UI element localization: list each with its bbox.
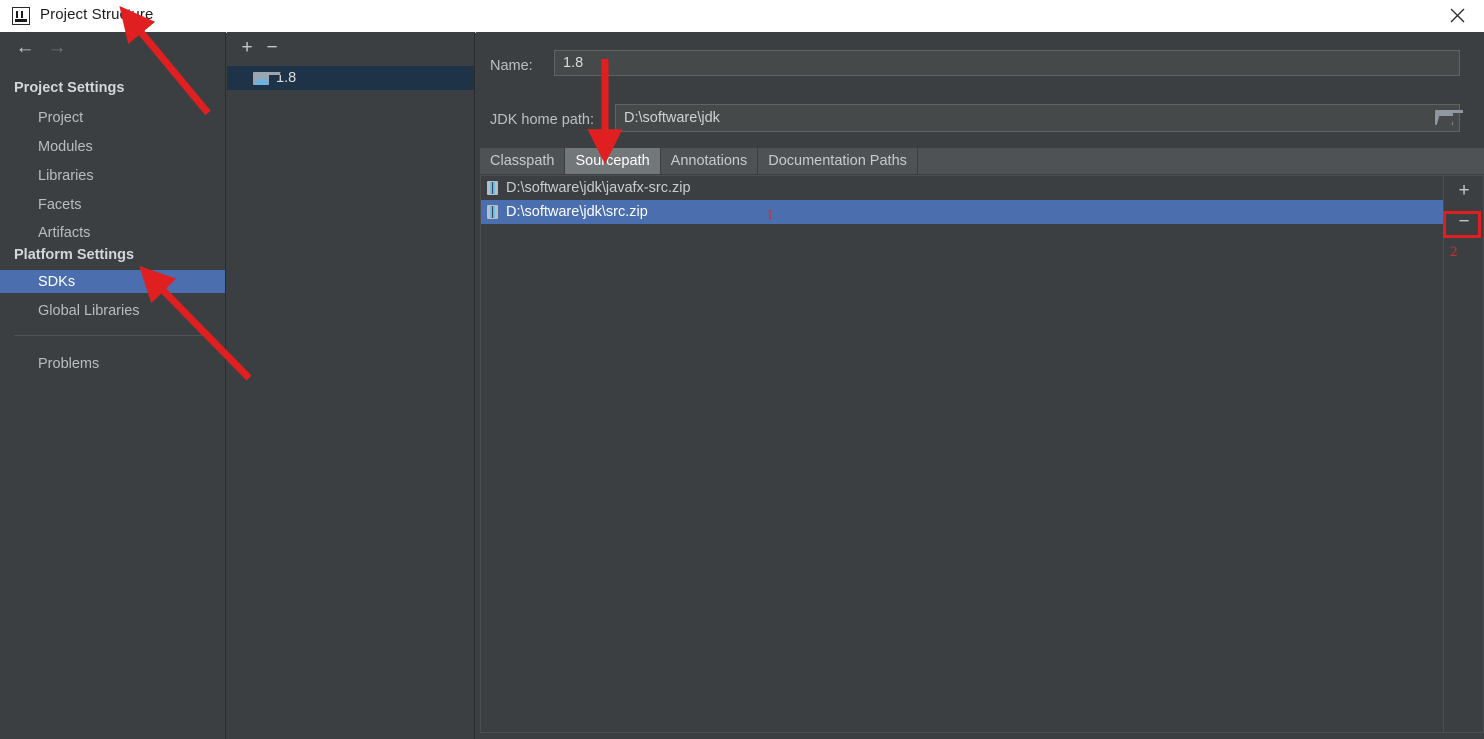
tab-strip-filler xyxy=(917,148,1484,174)
zip-file-icon xyxy=(487,205,498,219)
jdk-home-path-label: JDK home path: xyxy=(490,112,594,128)
sidebar-item-label: Artifacts xyxy=(38,224,91,241)
window-title: Project Structure xyxy=(40,6,154,23)
folder-browse-icon[interactable] xyxy=(1435,110,1464,125)
sidebar-item-label: Libraries xyxy=(38,167,94,184)
sdk-list-panel: + − 1.8 xyxy=(227,32,475,739)
sourcepath-row-label: D:\software\jdk\src.zip xyxy=(506,204,648,220)
sidebar-item-facets[interactable]: Facets xyxy=(0,193,225,216)
sidebar-item-libraries[interactable]: Libraries xyxy=(0,164,225,187)
sidebar-item-label: Problems xyxy=(38,355,100,372)
sidebar-item-artifacts[interactable]: Artifacts xyxy=(0,221,225,244)
sidebar-group-project-settings: Project Settings xyxy=(14,80,125,96)
sidebar-item-sdks[interactable]: SDKs xyxy=(0,270,225,293)
plus-icon[interactable]: + xyxy=(1450,179,1478,201)
sourcepath-row[interactable]: D:\software\jdk\src.zip xyxy=(481,200,1443,224)
tab-sourcepath[interactable]: Sourcepath xyxy=(565,148,661,174)
jdk-home-path-input[interactable]: D:\software\jdk xyxy=(615,104,1464,132)
sourcepath-buttons: + − xyxy=(1443,176,1483,732)
sidebar-item-label: Project xyxy=(38,109,84,126)
name-label: Name: xyxy=(490,58,533,74)
jdk-home-path-value: D:\software\jdk xyxy=(624,110,720,126)
sidebar-item-label: Facets xyxy=(38,196,82,213)
zip-file-icon xyxy=(487,181,498,195)
sourcepath-list: D:\software\jdk\javafx-src.zip D:\softwa… xyxy=(481,176,1443,732)
sdk-list-item-1-8[interactable]: 1.8 xyxy=(227,66,474,90)
sidebar-item-label: Global Libraries xyxy=(38,302,140,319)
sourcepath-row-label: D:\software\jdk\javafx-src.zip xyxy=(506,180,691,196)
arrow-right-icon[interactable]: → xyxy=(44,37,70,57)
sidebar-item-project[interactable]: Project xyxy=(0,106,225,129)
plus-icon[interactable]: + xyxy=(236,36,258,58)
minus-icon[interactable]: − xyxy=(261,36,283,58)
sidebar-item-label: Modules xyxy=(38,138,93,155)
sidebar-item-problems[interactable]: Problems xyxy=(0,352,225,375)
tab-documentation-paths[interactable]: Documentation Paths xyxy=(758,148,918,174)
intellij-idea-icon xyxy=(12,7,30,25)
close-icon[interactable] xyxy=(1430,0,1484,31)
settings-sidebar: ← → Project Settings Project Modules Lib… xyxy=(0,32,226,739)
sidebar-item-label: SDKs xyxy=(38,273,76,290)
sidebar-nav: ← → xyxy=(0,32,225,62)
name-input[interactable]: 1.8 xyxy=(554,50,1460,76)
arrow-left-icon[interactable]: ← xyxy=(12,37,38,57)
sourcepath-row[interactable]: D:\software\jdk\javafx-src.zip xyxy=(481,176,1443,200)
tab-annotations[interactable]: Annotations xyxy=(660,148,759,174)
sidebar-group-platform-settings: Platform Settings xyxy=(14,247,135,263)
sdk-editor-tabs: Classpath Sourcepath Annotations Documen… xyxy=(480,148,1484,174)
sdk-list-toolbar: + − xyxy=(227,32,474,62)
folder-icon xyxy=(253,71,281,85)
project-structure-dialog: Project Structure ← → Project Settings P… xyxy=(0,0,1484,739)
sourcepath-area: D:\software\jdk\javafx-src.zip D:\softwa… xyxy=(480,175,1484,733)
minus-icon[interactable]: − xyxy=(1450,210,1478,232)
sidebar-item-global-libraries[interactable]: Global Libraries xyxy=(0,299,225,322)
sidebar-item-modules[interactable]: Modules xyxy=(0,135,225,158)
sdk-editor-panel: Name: 1.8 JDK home path: D:\software\jdk… xyxy=(476,32,1484,739)
sidebar-divider xyxy=(14,335,212,336)
title-bar: Project Structure xyxy=(0,0,1484,33)
tab-classpath[interactable]: Classpath xyxy=(480,148,566,174)
